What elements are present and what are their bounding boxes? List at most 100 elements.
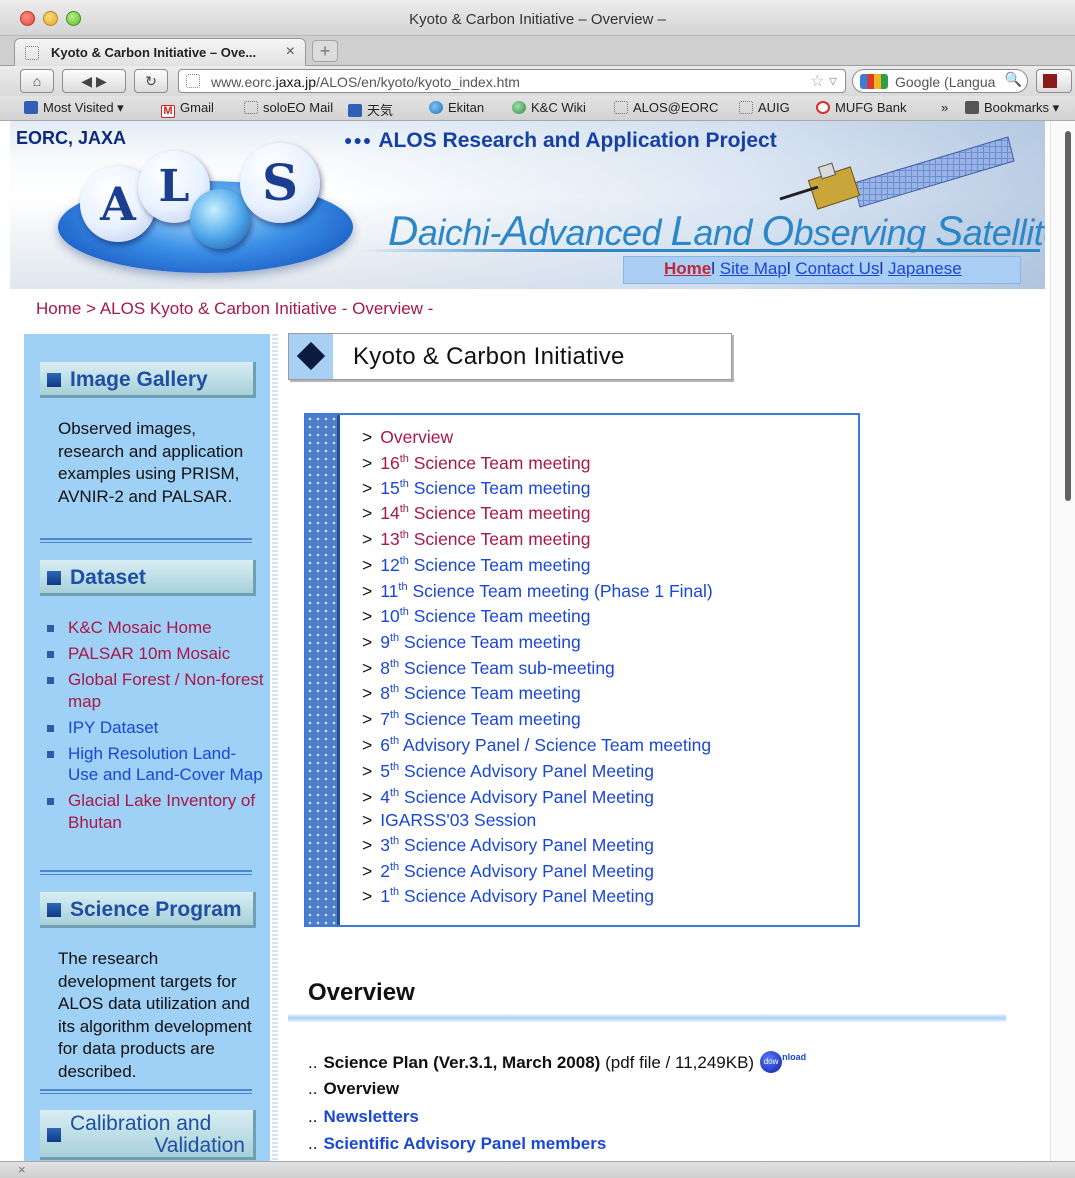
meeting-link[interactable]: 6th Advisory Panel / Science Team meetin… [380, 735, 711, 755]
page-title: Kyoto & Carbon Initiative [353, 343, 625, 370]
dataset-link-palsar-mosaic[interactable]: PALSAR 10m Mosaic [68, 644, 230, 663]
meeting-link[interactable]: 9th Science Team meeting [380, 632, 581, 652]
newsletters-link[interactable]: Newsletters [323, 1107, 418, 1126]
image-gallery-label: Image Gallery [70, 368, 208, 391]
meeting-label: Science Advisory Panel Meeting [399, 861, 655, 881]
calibration-validation-button[interactable]: Calibration and Validation [40, 1110, 256, 1160]
meeting-link[interactable]: 8th Science Team meeting [380, 683, 581, 703]
status-bar: × [0, 1161, 1075, 1178]
bookmarks-toolbar: Most Visited ▾ M Gmail soloEO Mail 天気 Ekitan K… [0, 96, 1075, 121]
image-gallery-button[interactable]: Image Gallery [40, 362, 256, 398]
meeting-label: Science Team meeting [408, 606, 591, 626]
dataset-link-forest-map[interactable]: Global Forest / Non-forest map [68, 670, 264, 711]
list-arrow: > [362, 453, 373, 473]
back-forward-buttons[interactable]: ◀ ▶ [62, 69, 126, 93]
bookmark-item[interactable]: K&C Wiki [512, 100, 586, 115]
square-bullet-icon [47, 677, 54, 684]
dataset-item: IPY Dataset [44, 717, 264, 739]
logo-globe-icon [190, 189, 250, 249]
meeting-link[interactable]: 1th Science Advisory Panel Meeting [380, 886, 654, 906]
meeting-link[interactable]: 12th Science Team meeting [380, 555, 590, 575]
dataset-link-kc-mosaic[interactable]: K&C Mosaic Home [68, 618, 212, 637]
list-arrow: > [362, 810, 373, 830]
ordinal-suffix: th [389, 835, 400, 847]
bookmark-item[interactable]: AUIG [739, 100, 790, 115]
dataset-link-land-use[interactable]: High Resolution Land-Use and Land-Cover … [68, 744, 263, 785]
bookmark-label: MUFG Bank [835, 100, 907, 115]
bookmark-item[interactable]: Ekitan [429, 100, 484, 115]
meeting-number: 10 [380, 606, 400, 626]
bookmark-item[interactable]: MUFG Bank [816, 100, 907, 115]
tab-active[interactable]: Kyoto & Carbon Initiative – Ove... × [14, 38, 306, 66]
page-icon [244, 101, 258, 114]
dataset-link-glacial-lake[interactable]: Glacial Lake Inventory of Bhutan [68, 791, 255, 832]
search-icon[interactable]: 🔍 [1005, 71, 1022, 88]
list-dots: .. [308, 1079, 318, 1098]
advisory-panel-link[interactable]: Scientific Advisory Panel members [323, 1134, 606, 1153]
bookmark-item[interactable]: ALOS@EORC [614, 100, 718, 115]
dataset-link-ipy[interactable]: IPY Dataset [68, 718, 158, 737]
meeting-link[interactable]: 11th Science Team meeting (Phase 1 Final… [380, 581, 712, 601]
meeting-link[interactable]: 5th Science Advisory Panel Meeting [380, 761, 654, 781]
bookmark-item[interactable]: Most Visited ▾ [24, 100, 124, 116]
nav-separator: l [786, 259, 791, 278]
reload-icon[interactable]: ↻ [134, 69, 168, 93]
nav-sitemap-link[interactable]: Site Map [720, 259, 787, 278]
bookmark-item[interactable]: » [941, 100, 948, 115]
meeting-label: Overview [380, 427, 454, 447]
ordinal-suffix: th [389, 735, 400, 747]
meeting-item: >7th Science Team meeting [362, 709, 581, 730]
meeting-link[interactable]: 10th Science Team meeting [380, 606, 590, 626]
meeting-link[interactable]: 16th Science Team meeting [380, 453, 590, 473]
meeting-link[interactable]: Overview [380, 427, 453, 447]
nav-japanese-link[interactable]: Japanese [888, 259, 962, 278]
meeting-link[interactable]: 13th Science Team meeting [380, 529, 590, 549]
meeting-label: Science Team meeting [408, 529, 591, 549]
science-plan-row: .. Science Plan (Ver.3.1, March 2008) (pd… [308, 1051, 806, 1073]
square-bullet-icon [47, 571, 61, 585]
bookmark-label: AUIG [758, 100, 790, 115]
list-arrow: > [362, 835, 373, 855]
home-icon[interactable]: ⌂ [20, 69, 54, 93]
scrollbar-track[interactable] [1050, 121, 1075, 1161]
list-arrow: > [362, 606, 373, 626]
bookmark-star-icon[interactable]: ☆ ▿ [810, 71, 837, 91]
nav-contact-link[interactable]: Contact Us [795, 259, 879, 278]
meeting-link[interactable]: 2th Science Advisory Panel Meeting [380, 861, 654, 881]
url-field[interactable]: www.eorc.jaxa.jp/ALOS/en/kyoto/kyoto_ind… [178, 69, 846, 93]
bookmark-item[interactable]: 天気 [348, 100, 393, 119]
dataset-button[interactable]: Dataset [40, 560, 256, 596]
meeting-number: 3 [380, 835, 390, 855]
science-program-button[interactable]: Science Program [40, 892, 256, 928]
tab-close-icon[interactable]: × [286, 43, 295, 61]
bookmark-item[interactable]: soloEO Mail [244, 100, 333, 115]
search-field[interactable]: Google (Langua 🔍 [852, 69, 1028, 93]
download-icon[interactable]: dow [760, 1051, 783, 1073]
meeting-label: Science Team meeting [399, 632, 581, 652]
meeting-link[interactable]: 15th Science Team meeting [380, 478, 590, 498]
close-icon[interactable]: × [18, 1162, 26, 1177]
square-bullet-icon [47, 903, 61, 917]
nav-home-link[interactable]: Home [664, 259, 711, 278]
tagline-underline [360, 249, 1040, 252]
meeting-link[interactable]: 8th Science Team sub-meeting [380, 658, 615, 678]
list-arrow: > [362, 735, 373, 755]
meeting-link[interactable]: 7th Science Team meeting [380, 709, 581, 729]
meeting-item: >16th Science Team meeting [362, 453, 590, 474]
meeting-link[interactable]: IGARSS'03 Session [380, 810, 536, 830]
meeting-link[interactable]: 4th Science Advisory Panel Meeting [380, 787, 654, 807]
meeting-link[interactable]: 14th Science Team meeting [380, 503, 590, 523]
breadcrumb-home-link[interactable]: Home [36, 299, 81, 318]
scrollbar-thumb[interactable] [1065, 131, 1071, 501]
meeting-link[interactable]: 3th Science Advisory Panel Meeting [380, 835, 654, 855]
bookmark-item[interactable]: Bookmarks ▾ [965, 100, 1059, 116]
search-engine-icon[interactable] [860, 74, 888, 89]
list-arrow: > [362, 632, 373, 652]
download-label[interactable]: nload [782, 1052, 806, 1062]
meeting-number: 2 [380, 861, 390, 881]
breadcrumb-current: ALOS Kyoto & Carbon Initiative - Overvie… [99, 299, 434, 318]
meeting-item: >9th Science Team meeting [362, 632, 581, 653]
bookmark-item[interactable]: M Gmail [161, 100, 214, 118]
new-tab-button[interactable]: + [312, 40, 338, 62]
addon-button[interactable] [1036, 69, 1072, 93]
